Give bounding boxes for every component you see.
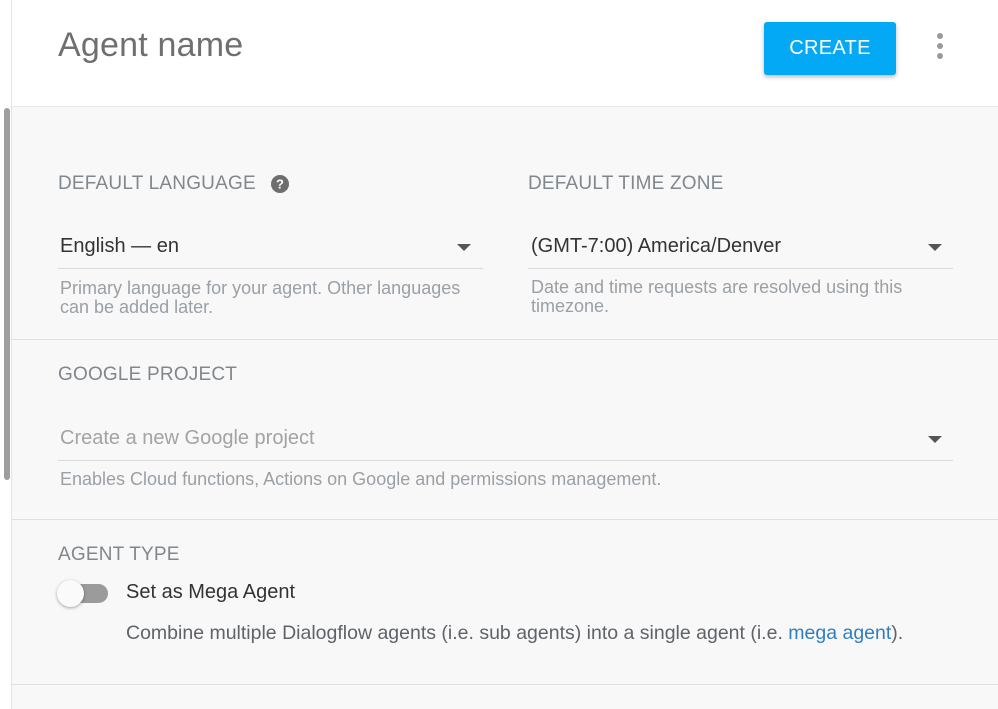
mega-agent-description: Combine multiple Dialogflow agents (i.e.…: [126, 622, 903, 645]
mega-agent-toggle[interactable]: [56, 580, 110, 607]
language-hint-line2: can be added later.: [60, 297, 214, 317]
mega-agent-desc-end: ).: [891, 622, 904, 644]
more-dot: [937, 43, 943, 49]
more-dot: [937, 33, 943, 39]
toggle-knob: [57, 580, 84, 607]
google-project-select[interactable]: Create a new Google project: [60, 427, 315, 450]
default-timezone-label: DEFAULT TIME ZONE: [528, 173, 724, 194]
create-button[interactable]: CREATE: [764, 22, 896, 75]
language-hint: Primary language for your agent. Other l…: [60, 279, 460, 317]
timezone-hint: Date and time requests are resolved usin…: [531, 278, 902, 316]
agent-name-input[interactable]: Agent name: [58, 26, 243, 65]
google-project-label: GOOGLE PROJECT: [58, 364, 238, 385]
mega-agent-desc-text: Combine multiple Dialogflow agents (i.e.…: [126, 622, 789, 644]
scrollbar-thumb[interactable]: [4, 108, 10, 480]
more-dot: [937, 53, 943, 59]
agent-type-label: AGENT TYPE: [58, 544, 180, 565]
section-divider: [12, 519, 998, 520]
google-project-hint: Enables Cloud functions, Actions on Goog…: [60, 469, 662, 489]
left-rail: [0, 0, 12, 709]
help-circle-icon[interactable]: ?: [271, 175, 289, 193]
agent-settings-page: Agent name CREATE DEFAULT LANGUAGE ? Eng…: [0, 0, 998, 709]
caret-down-icon[interactable]: [928, 244, 942, 251]
timezone-hint-line1: Date and time requests are resolved usin…: [531, 277, 903, 297]
default-language-label: DEFAULT LANGUAGE: [58, 173, 256, 194]
language-hint-line1: Primary language for your agent. Other l…: [60, 278, 461, 298]
timezone-hint-line2: timezone.: [531, 296, 610, 316]
google-project-underline: [58, 460, 953, 461]
svg-text:?: ?: [276, 177, 284, 192]
section-divider: [12, 339, 998, 340]
language-select-value[interactable]: English — en: [60, 235, 179, 258]
more-vert-icon[interactable]: [930, 30, 950, 62]
mega-agent-link[interactable]: mega agent: [788, 622, 891, 644]
agent-settings-form: DEFAULT LANGUAGE ? English — en Primary …: [12, 107, 998, 709]
language-select-underline: [58, 268, 483, 269]
agent-header: Agent name CREATE: [12, 0, 998, 107]
caret-down-icon[interactable]: [928, 436, 942, 443]
section-divider: [12, 684, 998, 685]
mega-agent-label: Set as Mega Agent: [126, 581, 296, 603]
caret-down-icon[interactable]: [457, 244, 471, 251]
timezone-select-value[interactable]: (GMT-7:00) America/Denver: [531, 235, 781, 258]
timezone-select-underline: [528, 268, 953, 269]
